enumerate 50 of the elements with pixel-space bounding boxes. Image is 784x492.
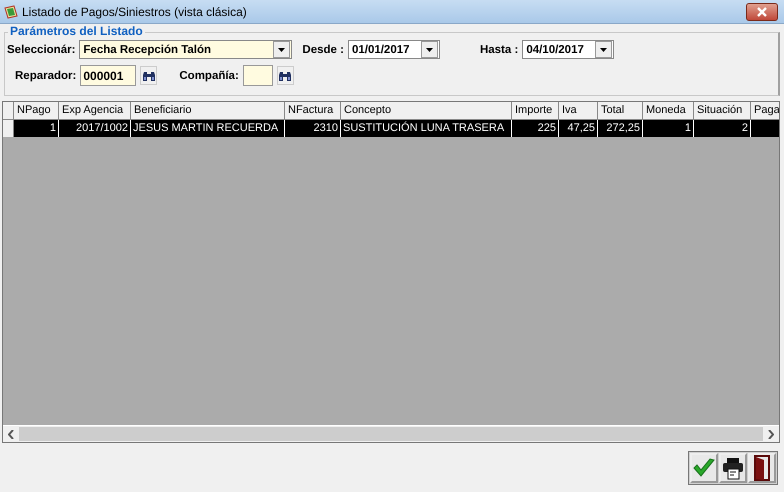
search-button[interactable]	[140, 66, 158, 85]
repairer-label: Reparador:	[15, 70, 76, 82]
column-header[interactable]: Beneficiario	[131, 102, 285, 119]
window-title: Listado de Pagos/Siniestros (vista clásica)	[22, 4, 248, 18]
select-label: Seleccionár:	[7, 44, 76, 56]
from-label: Desde :	[302, 44, 344, 56]
table-cell: 1	[643, 120, 694, 137]
column-header[interactable]: Total	[598, 102, 643, 119]
caret-icon[interactable]	[426, 48, 433, 52]
column-header[interactable]: NPago	[14, 102, 59, 119]
accept-button[interactable]	[690, 453, 718, 483]
binoculars-icon[interactable]	[278, 70, 292, 82]
column-header[interactable]: Moneda	[643, 102, 694, 119]
table-cell: 272,25	[598, 120, 643, 137]
caret-icon[interactable]	[600, 48, 608, 52]
select-dropdown[interactable]: Fecha Recepción Talón	[79, 40, 292, 59]
table-cell: 2017/1002	[59, 120, 131, 137]
exit-door-button[interactable]	[748, 453, 776, 483]
company-field[interactable]	[242, 65, 273, 86]
group-title: Parámetros del Listado	[8, 24, 145, 38]
close-icon[interactable]	[756, 6, 768, 16]
checkmark-icon[interactable]	[692, 457, 716, 479]
close-button[interactable]	[746, 2, 778, 20]
table-cell: 2310	[285, 120, 341, 137]
table-cell: SUSTITUCIÓN LUNA TRASERA	[341, 120, 512, 137]
table-row[interactable]: 1 2017/1002 JESUS MARTIN RECUERDA 2310 SUSTITUCIÓN LUNA TRASERA 225 47,25 272,25 1 2	[3, 120, 779, 137]
company-label: Compañía:	[179, 70, 239, 82]
to-date-picker[interactable]: 04/10/2017	[522, 40, 614, 59]
binoculars-icon[interactable]	[142, 70, 156, 82]
table-cell: JESUS MARTIN RECUERDA	[131, 120, 285, 137]
caret-icon[interactable]	[278, 48, 286, 52]
repairer-field[interactable]: 000001	[80, 65, 136, 86]
column-header[interactable]: NFactura	[285, 102, 341, 119]
column-header[interactable]: Situación	[694, 102, 751, 119]
table-cell: 47,25	[559, 120, 598, 137]
horizontal-scrollbar[interactable]	[3, 425, 779, 442]
table-cell: 2	[694, 120, 751, 137]
to-label: Hasta :	[480, 44, 518, 56]
door-icon[interactable]	[752, 455, 772, 481]
table-cell: 225	[512, 120, 559, 137]
column-header[interactable]: Importe	[512, 102, 559, 119]
app-icon	[4, 4, 18, 18]
from-date-picker[interactable]: 01/01/2017	[348, 40, 440, 59]
column-header[interactable]: Iva	[559, 102, 598, 119]
search-button[interactable]	[276, 66, 294, 85]
column-header[interactable]: Concepto	[341, 102, 512, 119]
scroll-thumb[interactable]	[19, 427, 763, 441]
table-cell: 1	[14, 120, 59, 137]
row-header[interactable]	[3, 120, 14, 137]
column-header[interactable]: Exp Agencia	[59, 102, 131, 119]
